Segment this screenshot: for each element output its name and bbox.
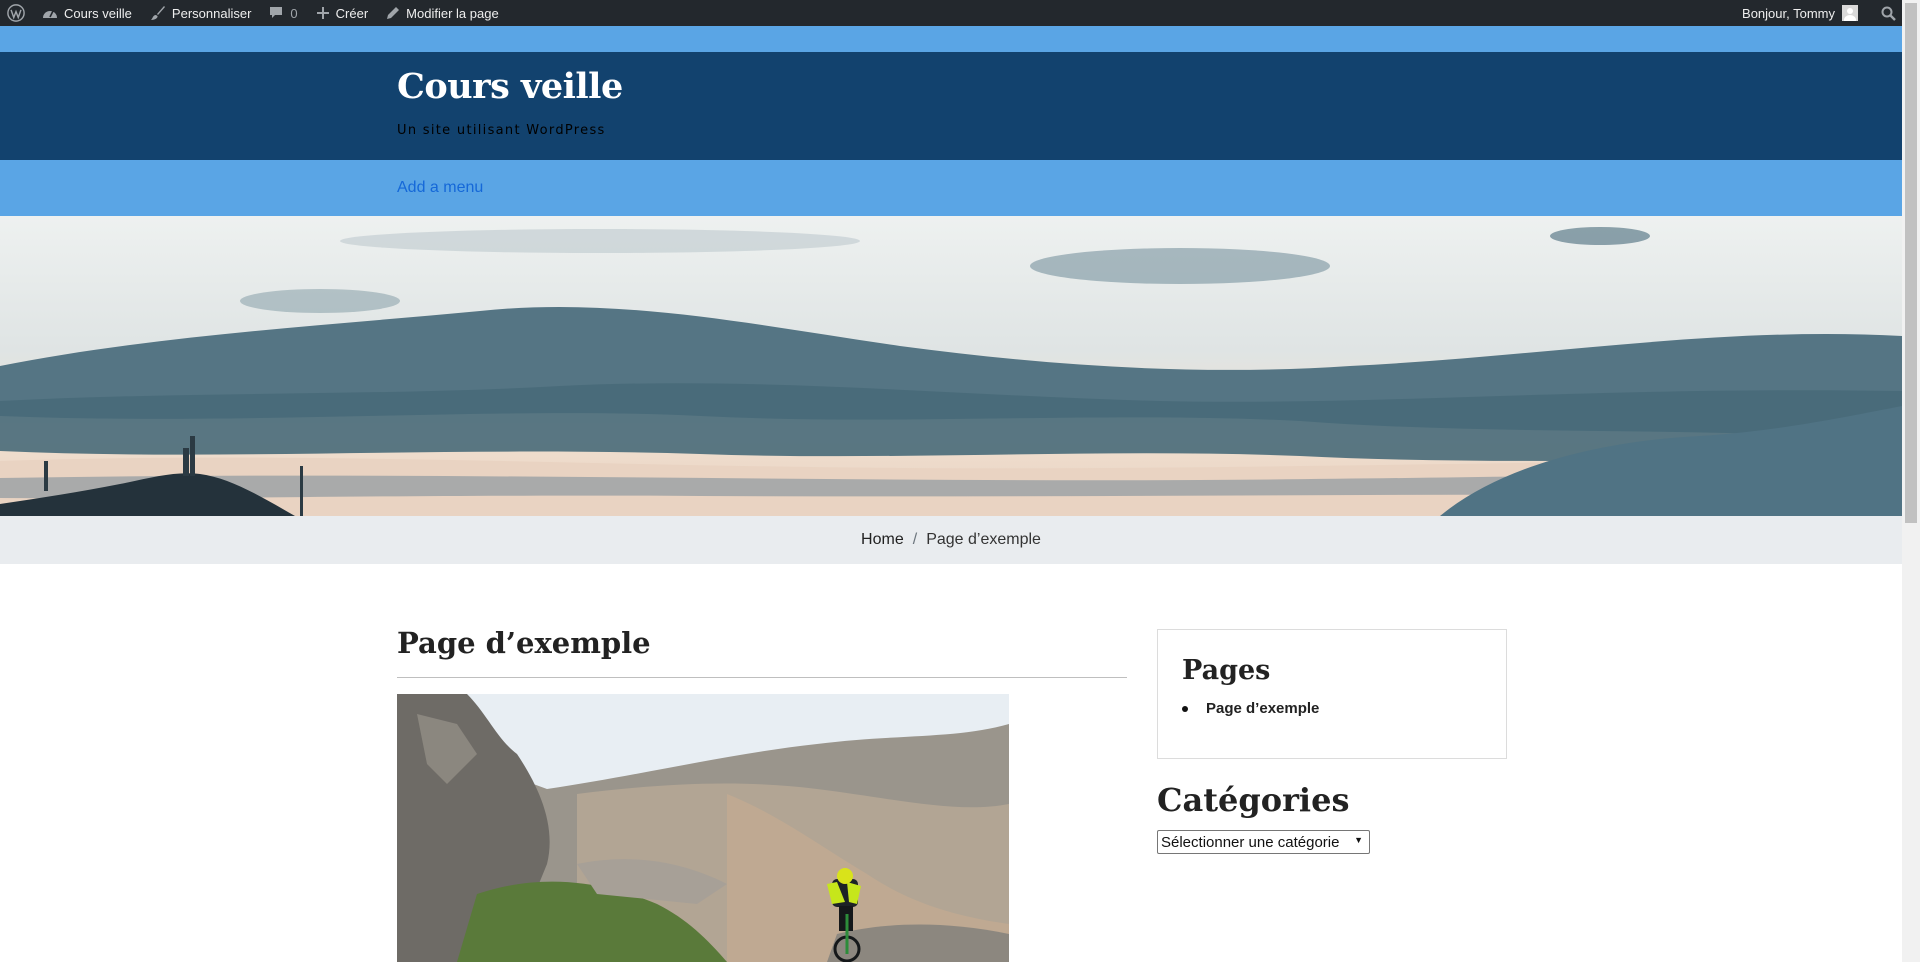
edit-page-menu[interactable]: Modifier la page (377, 0, 508, 26)
site-name-menu[interactable]: Cours veille (33, 0, 141, 26)
add-menu-link[interactable]: Add a menu (397, 179, 483, 197)
featured-image (397, 694, 1009, 962)
breadcrumb-home-link[interactable]: Home (861, 531, 904, 549)
edit-page-label: Modifier la page (406, 5, 499, 21)
wordpress-logo-button[interactable] (0, 0, 33, 26)
greeting-label: Bonjour, Tommy (1742, 5, 1835, 21)
categories-select[interactable]: Sélectionner une catégorie ▼ (1157, 830, 1370, 854)
avatar (1842, 5, 1858, 21)
pages-list-item[interactable]: Page d’exemple (1181, 700, 1319, 717)
page-title: Page d’exemple (397, 626, 651, 660)
customize-menu[interactable]: Personnaliser (141, 0, 261, 26)
breadcrumb: Home / Page d’exemple (0, 516, 1902, 564)
comment-icon (269, 6, 283, 20)
create-menu[interactable]: Créer (307, 0, 378, 26)
comments-count: 0 (290, 5, 298, 21)
account-menu[interactable]: Bonjour, Tommy (1733, 0, 1867, 26)
categories-widget-title: Catégories (1157, 781, 1350, 819)
title-divider (397, 677, 1127, 678)
site-tagline: Un site utilisant WordPress (397, 123, 606, 138)
header-banner-image (0, 216, 1902, 516)
wordpress-logo-icon (7, 4, 25, 22)
breadcrumb-current: Page d’exemple (926, 531, 1041, 548)
scrollbar-thumb[interactable] (1905, 3, 1917, 523)
pencil-icon (386, 6, 400, 20)
site-title[interactable]: Cours veille (397, 66, 623, 107)
site-name-label: Cours veille (64, 5, 132, 21)
customize-label: Personnaliser (171, 5, 252, 21)
primary-navigation: Add a menu (0, 160, 1902, 216)
admin-bar: Cours veille Personnaliser 0 Créer Modif… (0, 0, 1902, 26)
dropdown-arrow-icon: ▼ (1354, 835, 1363, 845)
comments-menu[interactable]: 0 (260, 0, 306, 26)
pages-list: Page d’exemple (1181, 700, 1319, 717)
categories-select-value: Sélectionner une catégorie (1161, 833, 1340, 851)
dashboard-icon (42, 6, 58, 20)
page-scrollbar[interactable] (1902, 0, 1920, 962)
site-header: Cours veille Un site utilisant WordPress (0, 52, 1902, 160)
search-icon (1881, 6, 1896, 21)
breadcrumb-separator: / (912, 531, 918, 548)
header-top-strip (0, 26, 1902, 52)
pages-widget-title: Pages (1182, 655, 1271, 686)
plus-icon (316, 6, 330, 20)
brush-icon (150, 5, 166, 21)
search-button[interactable] (1867, 0, 1902, 26)
create-label: Créer (335, 5, 369, 21)
pages-widget: Pages Page d’exemple (1157, 629, 1507, 759)
